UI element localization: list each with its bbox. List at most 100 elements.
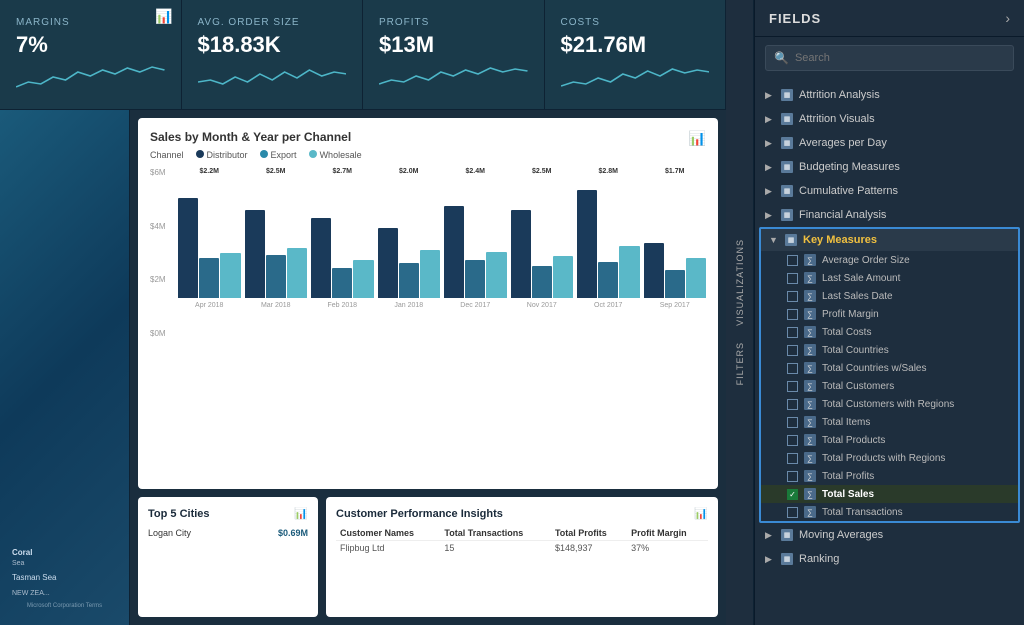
y-axis: $6M $4M $2M $0M bbox=[150, 168, 166, 338]
field-item-total-items[interactable]: ∑ Total Items bbox=[761, 413, 1018, 431]
field-group-header-ranking[interactable]: ▶ ▦ Ranking bbox=[755, 549, 1024, 569]
bar-group-dec2017: $2.4M Dec 2017 bbox=[444, 168, 507, 338]
bar-group-jan2018: $2.0M Jan 2018 bbox=[378, 168, 441, 338]
metric-margins-label: MARGINS bbox=[16, 17, 165, 28]
field-group-averages: ▶ ▦ Averages per Day bbox=[755, 131, 1024, 155]
field-label-avg-order-size: Average Order Size bbox=[822, 255, 1008, 266]
table-row: Flipbug Ltd 15 $148,937 37% bbox=[336, 541, 708, 556]
checkbox-total-products-with-regions[interactable] bbox=[787, 453, 798, 464]
key-measures-header[interactable]: ▼ ▦ Key Measures bbox=[761, 229, 1018, 251]
checkbox-avg-order-size[interactable] bbox=[787, 255, 798, 266]
legend-distributor: Distributor bbox=[196, 150, 248, 160]
filters-tab[interactable]: FILTERS bbox=[735, 336, 745, 391]
field-group-header-cumulative[interactable]: ▶ ▦ Cumulative Patterns bbox=[755, 181, 1024, 201]
group-label-attrition-visuals: Attrition Visuals bbox=[799, 113, 1014, 125]
field-group-budgeting: ▶ ▦ Budgeting Measures bbox=[755, 155, 1024, 179]
field-group-header-attrition-analysis[interactable]: ▶ ▦ Attrition Analysis bbox=[755, 85, 1024, 105]
field-group-header-attrition-visuals[interactable]: ▶ ▦ Attrition Visuals bbox=[755, 109, 1024, 129]
field-item-total-products[interactable]: ∑ Total Products bbox=[761, 431, 1018, 449]
sparkline-profits bbox=[379, 62, 528, 92]
checkbox-total-products[interactable] bbox=[787, 435, 798, 446]
checkbox-last-sales-date[interactable] bbox=[787, 291, 798, 302]
sigma-icon: ∑ bbox=[804, 452, 816, 464]
field-item-total-profits[interactable]: ∑ Total Profits bbox=[761, 467, 1018, 485]
field-group-cumulative: ▶ ▦ Cumulative Patterns bbox=[755, 179, 1024, 203]
field-label-total-profits: Total Profits bbox=[822, 471, 1008, 482]
field-group-header-moving-averages[interactable]: ▶ ▦ Moving Averages bbox=[755, 525, 1024, 545]
field-item-total-customers-with-regions[interactable]: ∑ Total Customers with Regions bbox=[761, 395, 1018, 413]
field-group-attrition-analysis: ▶ ▦ Attrition Analysis bbox=[755, 83, 1024, 107]
field-item-total-customers[interactable]: ∑ Total Customers bbox=[761, 377, 1018, 395]
search-icon: 🔍 bbox=[774, 51, 789, 65]
metric-avg-order-label: AVG. ORDER SIZE bbox=[198, 17, 347, 28]
checkbox-last-sale-amount[interactable] bbox=[787, 273, 798, 284]
field-item-total-costs[interactable]: ∑ Total Costs bbox=[761, 323, 1018, 341]
field-item-total-transactions[interactable]: ∑ Total Transactions bbox=[761, 503, 1018, 521]
map-background: Coral Sea Tasman Sea NEW ZEA... Microsof… bbox=[0, 110, 129, 625]
group-label-averages: Averages per Day bbox=[799, 137, 1014, 149]
checkbox-total-transactions[interactable] bbox=[787, 507, 798, 518]
bottom-panels: Top 5 Cities 📊 Logan City $0.69M Custome… bbox=[138, 497, 718, 617]
sigma-icon: ∑ bbox=[804, 326, 816, 338]
col-total-profits: Total Profits bbox=[551, 526, 627, 541]
group-label-cumulative: Cumulative Patterns bbox=[799, 185, 1014, 197]
field-label-total-transactions: Total Transactions bbox=[822, 507, 1008, 518]
map-panel: Coral Sea Tasman Sea NEW ZEA... Microsof… bbox=[0, 110, 130, 625]
customer-performance-panel: Customer Performance Insights 📊 Customer… bbox=[326, 497, 718, 617]
sigma-icon: ∑ bbox=[804, 488, 816, 500]
field-item-total-countries[interactable]: ∑ Total Countries bbox=[761, 341, 1018, 359]
checkbox-profit-margin[interactable] bbox=[787, 309, 798, 320]
field-item-total-countries-w-sales[interactable]: ∑ Total Countries w/Sales bbox=[761, 359, 1018, 377]
checkbox-total-countries[interactable] bbox=[787, 345, 798, 356]
metric-margins: 📊 MARGINS 7% bbox=[0, 0, 182, 109]
legend-export: Export bbox=[260, 150, 297, 160]
field-item-last-sales-date[interactable]: ∑ Last Sales Date bbox=[761, 287, 1018, 305]
field-item-last-sale-amount[interactable]: ∑ Last Sale Amount bbox=[761, 269, 1018, 287]
field-label-total-sales: Total Sales bbox=[822, 489, 1008, 500]
checkbox-total-costs[interactable] bbox=[787, 327, 798, 338]
checkbox-total-profits[interactable] bbox=[787, 471, 798, 482]
field-item-total-products-with-regions[interactable]: ∑ Total Products with Regions bbox=[761, 449, 1018, 467]
table-icon: ▦ bbox=[781, 137, 793, 149]
visualizations-tab[interactable]: VISUALIZATIONS bbox=[735, 233, 745, 332]
chart-top-icon: 📊 bbox=[689, 130, 706, 147]
top-cities-panel: Top 5 Cities 📊 Logan City $0.69M bbox=[138, 497, 318, 617]
field-group-header-budgeting[interactable]: ▶ ▦ Budgeting Measures bbox=[755, 157, 1024, 177]
perf-chart-icon: 📊 bbox=[694, 507, 708, 520]
table-icon: ▦ bbox=[781, 529, 793, 541]
sigma-icon: ∑ bbox=[804, 344, 816, 356]
checkbox-total-customers[interactable] bbox=[787, 381, 798, 392]
bar-group-apr2018: $2.2M Apr 2018 bbox=[178, 168, 241, 338]
group-label-key-measures: Key Measures bbox=[803, 234, 1010, 246]
group-label-budgeting: Budgeting Measures bbox=[799, 161, 1014, 173]
viz-sidebar[interactable]: VISUALIZATIONS FILTERS bbox=[726, 0, 754, 625]
fields-close-button[interactable]: › bbox=[1005, 10, 1010, 26]
field-group-ranking: ▶ ▦ Ranking bbox=[755, 547, 1024, 571]
col-total-transactions: Total Transactions bbox=[440, 526, 551, 541]
checkbox-total-countries-w-sales[interactable] bbox=[787, 363, 798, 374]
field-item-avg-order-size[interactable]: ∑ Average Order Size bbox=[761, 251, 1018, 269]
search-input[interactable] bbox=[795, 52, 1005, 64]
field-label-last-sale-amount: Last Sale Amount bbox=[822, 273, 1008, 284]
metric-profits-value: $13M bbox=[379, 32, 528, 58]
chevron-down-icon: ▼ bbox=[769, 235, 779, 245]
checkbox-total-customers-with-regions[interactable] bbox=[787, 399, 798, 410]
field-group-header-averages[interactable]: ▶ ▦ Averages per Day bbox=[755, 133, 1024, 153]
checkbox-total-items[interactable] bbox=[787, 417, 798, 428]
field-item-profit-margin[interactable]: ∑ Profit Margin bbox=[761, 305, 1018, 323]
field-item-total-sales[interactable]: ✓ ∑ Total Sales bbox=[761, 485, 1018, 503]
sigma-icon: ∑ bbox=[804, 434, 816, 446]
search-bar[interactable]: 🔍 bbox=[765, 45, 1014, 71]
table-icon: ▦ bbox=[781, 553, 793, 565]
metric-profits-label: PROFITS bbox=[379, 17, 528, 28]
field-label-last-sales-date: Last Sales Date bbox=[822, 291, 1008, 302]
chevron-right-icon: ▶ bbox=[765, 138, 775, 149]
legend-channel-label: Channel bbox=[150, 150, 184, 160]
checkbox-total-sales[interactable]: ✓ bbox=[787, 489, 798, 500]
chevron-right-icon: ▶ bbox=[765, 162, 775, 173]
bar-group-mar2018: $2.5M Mar 2018 bbox=[245, 168, 308, 338]
legend-wholesale: Wholesale bbox=[309, 150, 362, 160]
metric-costs-value: $21.76M bbox=[561, 32, 710, 58]
group-label-financial: Financial Analysis bbox=[799, 209, 1014, 221]
field-group-header-financial[interactable]: ▶ ▦ Financial Analysis bbox=[755, 205, 1024, 225]
